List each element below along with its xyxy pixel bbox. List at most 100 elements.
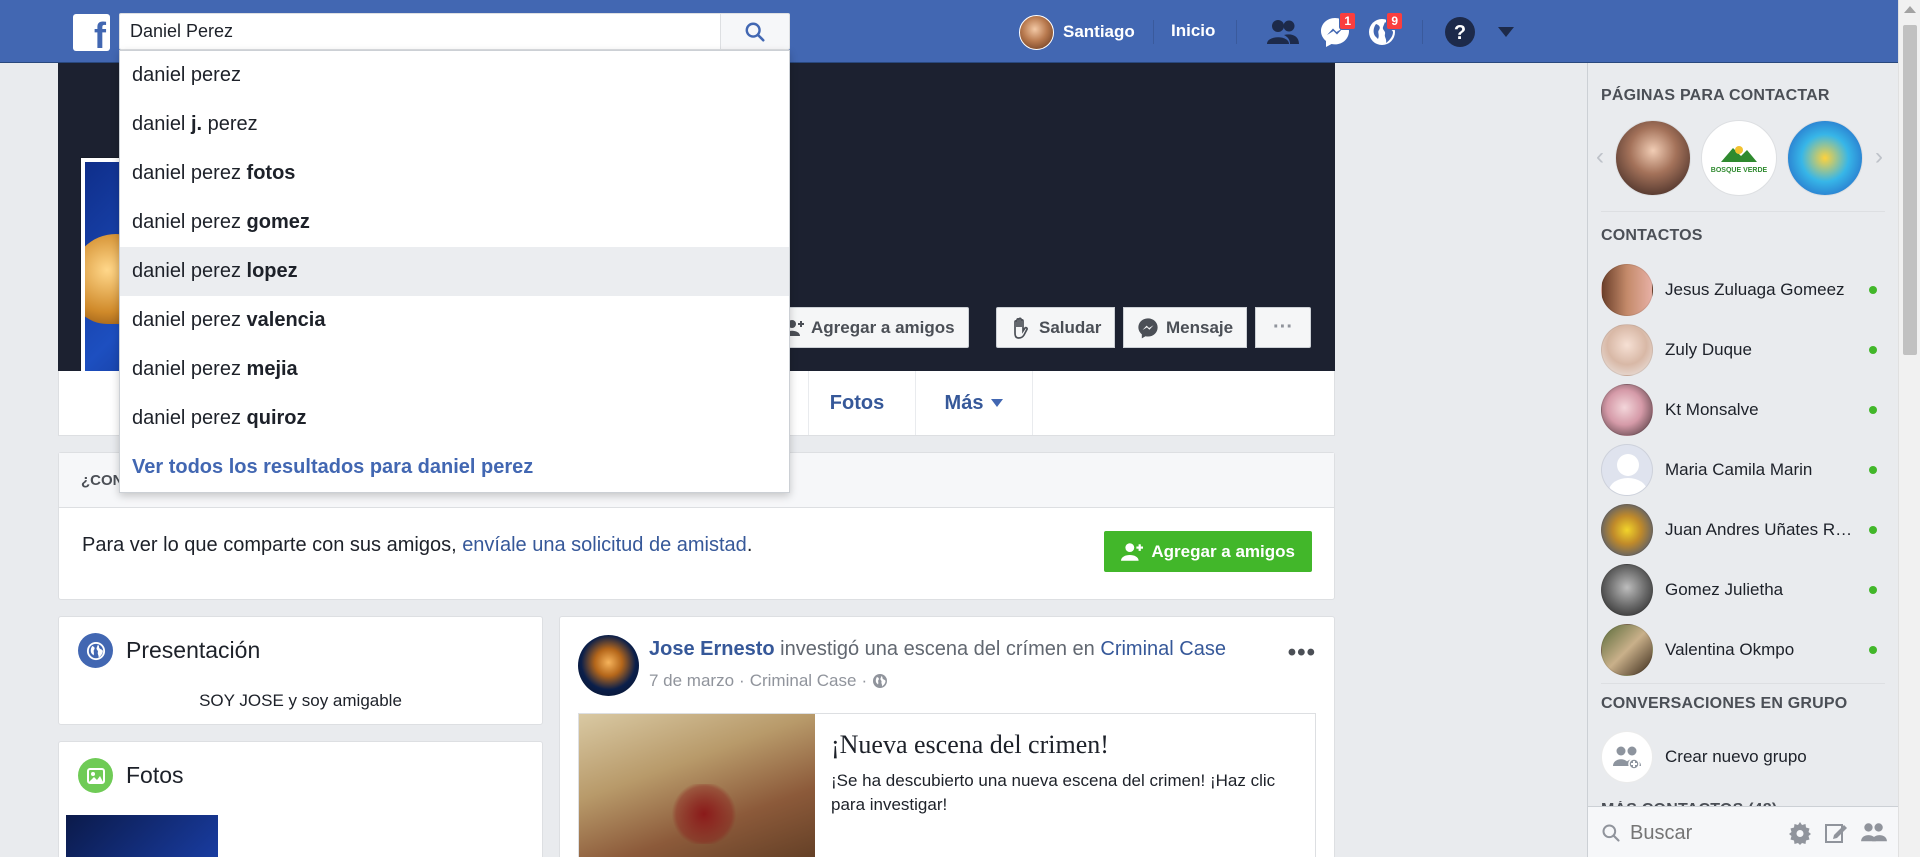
avatar xyxy=(1601,564,1653,616)
gear-icon[interactable] xyxy=(1788,821,1812,845)
post-app-link[interactable]: Criminal Case xyxy=(1100,638,1226,660)
chevron-left-icon[interactable]: ‹ xyxy=(1596,143,1604,171)
message-button[interactable]: Mensaje xyxy=(1123,307,1248,348)
pages-section-title: PÁGINAS PARA CONTACTAR xyxy=(1601,87,1830,104)
post-headline: Jose Ernesto investigó una escena del cr… xyxy=(649,638,1226,660)
avatar xyxy=(1601,324,1653,376)
suggestion-item[interactable]: daniel perez valencia xyxy=(120,296,789,345)
search-input[interactable] xyxy=(119,13,721,50)
divider xyxy=(1601,211,1885,212)
facebook-logo-icon[interactable]: f xyxy=(73,14,110,56)
online-status-dot xyxy=(1869,646,1877,654)
online-status-dot xyxy=(1869,586,1877,594)
add-friend-green-button[interactable]: Agregar a amigos xyxy=(1104,531,1312,572)
sidebar-search-input[interactable] xyxy=(1630,818,1790,848)
svg-text:?: ? xyxy=(1454,22,1466,44)
intro-bio: SOY JOSE y soy amigable xyxy=(199,691,402,710)
public-globe-icon xyxy=(873,674,888,688)
online-status-dot xyxy=(1869,466,1877,474)
suggestion-item[interactable]: daniel perez gomez xyxy=(120,198,789,247)
see-all-results-link[interactable]: Ver todos los resultados para daniel per… xyxy=(120,443,789,492)
scroll-up-arrow-icon[interactable] xyxy=(1904,6,1916,13)
home-link[interactable]: Inicio xyxy=(1171,21,1215,41)
wave-hand-icon xyxy=(1014,317,1028,339)
messages-button[interactable]: 1 xyxy=(1317,12,1356,50)
post-options-button[interactable]: ••• xyxy=(1288,639,1316,667)
online-status-dot xyxy=(1869,406,1877,414)
add-friend-label: Agregar a amigos xyxy=(811,317,955,337)
suggestion-item[interactable]: daniel perez fotos xyxy=(120,149,789,198)
divider xyxy=(1032,371,1033,435)
contact-item[interactable]: Valentina Okmpo xyxy=(1601,622,1891,678)
attachment-description: ¡Se ha descubierto una nueva escena del … xyxy=(831,771,1276,814)
globe-icon xyxy=(78,633,113,668)
tab-photos[interactable]: Fotos xyxy=(808,371,905,435)
tab-more[interactable]: Más xyxy=(915,371,1032,435)
friend-box-text: Para ver lo que comparte con sus amigos,… xyxy=(82,534,753,556)
page-logo-text: BOSQUE VERDE xyxy=(1710,167,1768,174)
page-avatar[interactable]: BOSQUE VERDE xyxy=(1701,120,1777,196)
chevron-right-icon[interactable]: › xyxy=(1875,143,1883,171)
attachment-title: ¡Nueva escena del crimen! xyxy=(831,730,1109,759)
contact-item[interactable]: Jesus Zuluaga Gomeez xyxy=(1601,262,1891,318)
create-group-button[interactable]: Crear nuevo grupo xyxy=(1601,729,1891,785)
suggestion-item[interactable]: daniel j. perez xyxy=(120,100,789,149)
group-icon xyxy=(1601,731,1653,783)
contact-item[interactable]: Zuly Duque xyxy=(1601,322,1891,378)
wave-button[interactable]: Saludar xyxy=(996,307,1116,348)
intro-card: Presentación SOY JOSE y soy amigable xyxy=(58,616,543,725)
suggestion-item-highlighted[interactable]: daniel perez lopez xyxy=(120,247,789,296)
post-card: Jose Ernesto investigó una escena del cr… xyxy=(559,616,1335,857)
photos-title[interactable]: Fotos xyxy=(78,758,184,793)
post-source[interactable]: Criminal Case xyxy=(750,671,857,691)
user-name: Santiago xyxy=(1063,22,1135,41)
divider xyxy=(1422,20,1423,44)
contact-item[interactable]: Kt Monsalve xyxy=(1601,382,1891,438)
contacts-section-title: CONTACTOS xyxy=(1601,227,1703,244)
send-request-link[interactable]: envíale una solicitud de amistad xyxy=(462,534,747,556)
post-author-link[interactable]: Jose Ernesto xyxy=(649,638,775,660)
notifications-badge: 9 xyxy=(1386,12,1403,30)
add-friend-icon xyxy=(1121,542,1144,561)
photo-icon xyxy=(78,758,113,793)
avatar xyxy=(1601,444,1653,496)
contact-item[interactable]: Juan Andres Uñates Ramirez xyxy=(1601,502,1891,558)
photo-thumbnail[interactable] xyxy=(66,815,218,857)
friend-requests-button[interactable] xyxy=(1265,14,1301,50)
profile-link[interactable]: Santiago xyxy=(1019,14,1135,50)
message-label: Mensaje xyxy=(1166,317,1234,337)
account-menu-button[interactable] xyxy=(1488,14,1524,50)
add-friend-button[interactable]: Agregar a amigos xyxy=(770,307,969,348)
wave-label: Saludar xyxy=(1039,317,1102,337)
add-group-icon[interactable] xyxy=(1860,821,1888,845)
suggestion-item[interactable]: daniel perez quiroz xyxy=(120,394,789,443)
search-button[interactable] xyxy=(721,13,790,50)
mountain-logo-icon xyxy=(1721,146,1757,162)
search-icon xyxy=(745,22,765,42)
messages-badge: 1 xyxy=(1339,12,1356,30)
scrollbar-thumb[interactable] xyxy=(1903,25,1917,355)
caret-down-icon xyxy=(1498,27,1514,37)
search-icon xyxy=(1602,824,1620,842)
compose-icon[interactable] xyxy=(1824,821,1848,845)
page-avatar[interactable] xyxy=(1615,120,1691,196)
more-options-button[interactable]: ··· xyxy=(1255,307,1311,348)
post-attachment[interactable]: ¡Nueva escena del crimen! ¡Se ha descubi… xyxy=(578,713,1316,857)
suggestion-item[interactable]: daniel perez mejia xyxy=(120,345,789,394)
avatar xyxy=(1019,14,1054,50)
post-date[interactable]: 7 de marzo xyxy=(649,671,734,691)
page-scrollbar[interactable] xyxy=(1898,0,1920,857)
notifications-button[interactable]: 9 xyxy=(1364,12,1403,50)
contact-item[interactable]: Gomez Julietha xyxy=(1601,562,1891,618)
avatar xyxy=(1601,384,1653,436)
page-avatar[interactable] xyxy=(1787,120,1863,196)
online-status-dot xyxy=(1869,526,1877,534)
post-author-avatar[interactable] xyxy=(578,635,639,696)
contact-item[interactable]: Maria Camila Marin xyxy=(1601,442,1891,498)
help-button[interactable]: ? xyxy=(1442,14,1478,50)
intro-title: Presentación xyxy=(78,633,260,668)
search-suggestions-dropdown: daniel perez daniel j. perez daniel pere… xyxy=(119,50,790,493)
friends-icon xyxy=(1267,20,1299,44)
suggestion-item[interactable]: daniel perez xyxy=(120,51,789,100)
chat-sidebar: PÁGINAS PARA CONTACTAR ‹ BOSQUE VERDE › … xyxy=(1587,63,1899,857)
